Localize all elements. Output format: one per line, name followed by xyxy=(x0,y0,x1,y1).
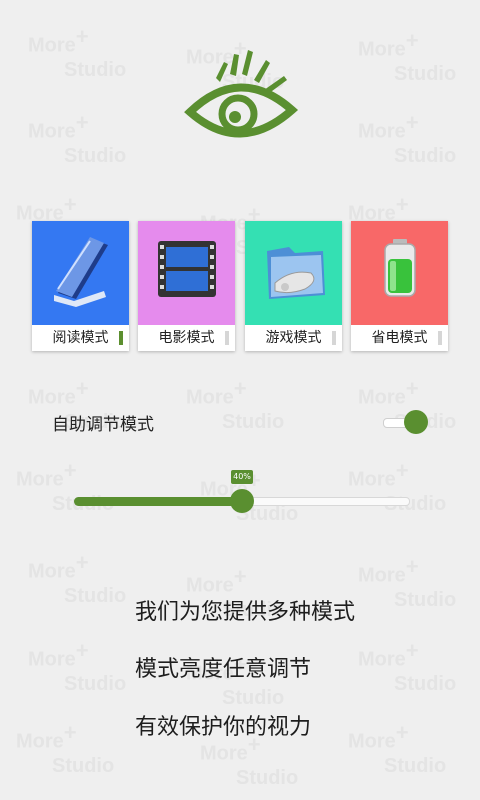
tile-power-indicator xyxy=(438,331,442,345)
watermark-text: More+Studio xyxy=(28,550,127,607)
tile-reading-label: 阅读模式 xyxy=(52,330,109,346)
watermark-text: More+Studio xyxy=(200,732,299,789)
watermark-text: More+Studio xyxy=(358,110,457,167)
promo-line-3: 有效保护你的视力 xyxy=(135,715,312,740)
promo-line-2: 模式亮度任意调节 xyxy=(135,657,312,682)
tile-game-indicator xyxy=(332,331,336,345)
auto-mode-toggle[interactable] xyxy=(383,409,428,435)
promo-line-1: 我们为您提供多种模式 xyxy=(135,600,356,625)
tile-movie-art xyxy=(138,221,235,325)
book-icon xyxy=(54,237,108,307)
watermark-text: More+Studio xyxy=(28,110,127,167)
tile-game-mode[interactable]: 游戏模式 xyxy=(245,221,342,351)
tile-movie-indicator xyxy=(225,331,229,345)
tile-game-art xyxy=(245,221,342,325)
slider-fill xyxy=(74,497,242,506)
watermark-text: More+Studio xyxy=(16,720,115,777)
brightness-value-bubble: 40% xyxy=(231,470,253,484)
tile-power-label: 省电模式 xyxy=(371,330,428,346)
watermark-text: More+Studio xyxy=(348,720,447,777)
slider-thumb[interactable] xyxy=(230,489,254,513)
watermark-text: More+Studio xyxy=(28,24,127,81)
eye-logo-icon xyxy=(180,44,300,164)
tile-movie-mode[interactable]: 电影模式 xyxy=(138,221,235,351)
game-folder-icon xyxy=(267,247,325,299)
watermark-text: More+Studio xyxy=(358,554,457,611)
tile-power-saving-mode[interactable]: 省电模式 xyxy=(351,221,448,351)
tile-reading-indicator xyxy=(119,331,123,345)
tile-movie-label: 电影模式 xyxy=(158,330,215,346)
toggle-knob xyxy=(404,410,428,434)
watermark-text: More+Studio xyxy=(28,638,127,695)
tile-reading-mode[interactable]: 阅读模式 xyxy=(32,221,129,351)
battery-icon xyxy=(384,239,416,297)
tile-power-art xyxy=(351,221,448,325)
watermark-text: More+Studio xyxy=(358,28,457,85)
watermark-text: More+Studio xyxy=(186,376,285,433)
mode-tiles: 阅读模式 电影模式 游戏模式 省电模式 xyxy=(32,221,448,351)
brightness-slider[interactable]: 40% xyxy=(74,470,410,530)
watermark-text: More+Studio xyxy=(358,638,457,695)
film-icon xyxy=(158,241,216,297)
tile-reading-art xyxy=(32,221,129,325)
tile-game-label: 游戏模式 xyxy=(265,330,322,346)
auto-mode-label: 自助调节模式 xyxy=(52,415,154,435)
